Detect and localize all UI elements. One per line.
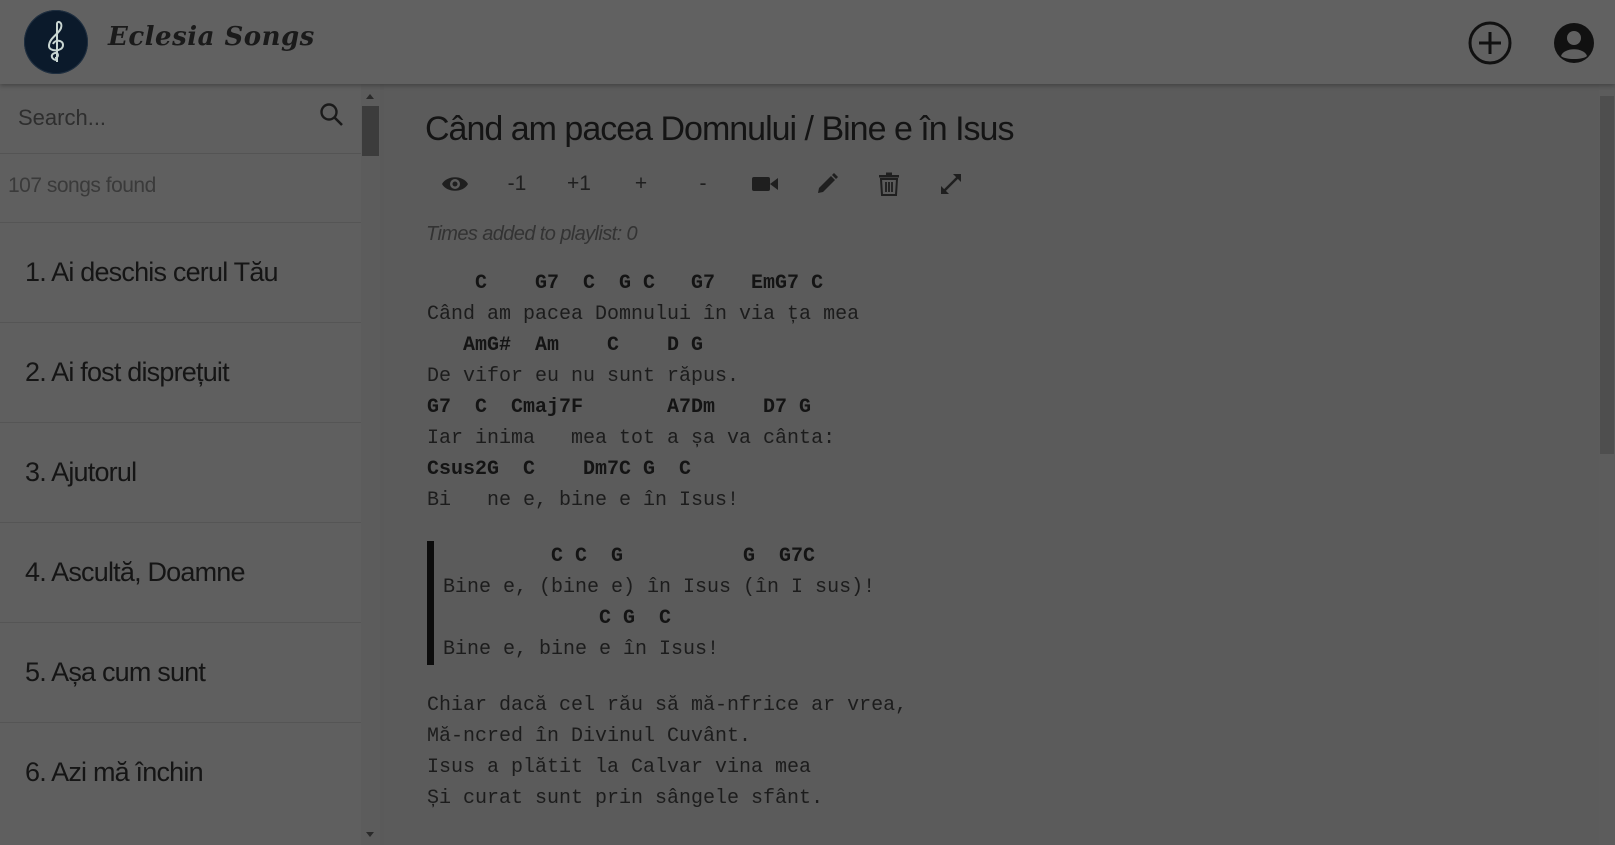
main-scroll-thumb[interactable]	[1600, 96, 1614, 454]
eye-icon	[442, 177, 468, 191]
song-list: 1. Ai deschis cerul Tău 2. Ai fost dispr…	[0, 222, 361, 822]
song-sidebar: 107 songs found 1. Ai deschis cerul Tău …	[0, 84, 361, 845]
scroll-up-arrow-icon[interactable]	[366, 94, 374, 99]
video-camera-icon	[752, 177, 778, 191]
app-brand[interactable]: Eclesia Songs	[108, 22, 315, 52]
treble-clef-icon[interactable]	[24, 10, 88, 74]
song-view: Când am pacea Domnului / Bine e în Isus …	[384, 84, 1599, 845]
transpose-up-button[interactable]: +1	[548, 164, 610, 204]
chorus-block: C C G G G7C Bine e, (bine e) în Isus (în…	[427, 541, 907, 665]
expand-icon	[941, 174, 961, 194]
toggle-chords-button[interactable]	[424, 164, 486, 204]
song-toolbar: -1 +1 + -	[424, 164, 982, 204]
song-list-item[interactable]: 4. Ascultă, Doamne	[0, 522, 361, 622]
verse-block: Chiar dacă cel rău să mă-nfrice ar vrea,…	[427, 690, 907, 814]
trash-icon	[879, 172, 899, 196]
chord-line: C G7 C G C G7 EmG7 C	[427, 272, 824, 295]
plus-circle-icon	[1468, 21, 1512, 65]
lyric-line: Bi ne e, bine e în Isus!	[427, 489, 740, 512]
songs-found-count: 107 songs found	[8, 174, 156, 197]
lyric-line: Bine e, bine e în Isus!	[443, 638, 720, 661]
font-increase-button[interactable]: +	[610, 164, 672, 204]
search-input[interactable]	[8, 96, 308, 140]
lyric-line: Iar inima mea tot a șa va cânta:	[427, 427, 836, 450]
chord-line: G7 C Cmaj7F A7Dm D7 G	[427, 396, 812, 419]
scroll-down-arrow-icon[interactable]	[366, 832, 374, 837]
song-title: Când am pacea Domnului / Bine e în Isus	[425, 110, 1014, 148]
lyric-line: Și curat sunt prin sângele sfânt.	[427, 787, 824, 810]
song-list-item[interactable]: 2. Ai fost disprețuit	[0, 322, 361, 422]
lyric-line: Când am pacea Domnului în via ța mea	[427, 303, 860, 326]
song-lyrics: C G7 C G C G7 EmG7 C Când am pacea Domnu…	[427, 268, 907, 839]
song-list-item[interactable]: 5. Așa cum sunt	[0, 622, 361, 722]
lyric-line: Isus a plătit la Calvar vina mea	[427, 756, 812, 779]
lyric-line: De vifor eu nu sunt răpus.	[427, 365, 740, 388]
lyric-line: Bine e, (bine e) în Isus (în I sus)!	[443, 576, 876, 599]
verse-block: C G7 C G C G7 EmG7 C Când am pacea Domnu…	[427, 268, 907, 516]
lyric-line: Mă-ncred în Divinul Cuvânt.	[427, 725, 752, 748]
main-scrollbar[interactable]	[1599, 84, 1615, 845]
delete-button[interactable]	[858, 164, 920, 204]
song-list-item[interactable]: 6. Azi mă închin	[0, 722, 361, 822]
app-header: Eclesia Songs	[0, 0, 1615, 84]
chord-line: C C G G G7C	[443, 545, 816, 568]
transpose-down-button[interactable]: -1	[486, 164, 548, 204]
pencil-icon	[818, 173, 838, 193]
user-account-button[interactable]	[1551, 20, 1597, 66]
song-list-item[interactable]: 3. Ajutorul	[0, 422, 361, 522]
playlist-count: Times added to playlist: 0	[426, 223, 638, 245]
chord-line: AmG# Am C D G	[427, 334, 704, 357]
chord-line: C G C	[443, 607, 672, 630]
chord-line: Csus2G C Dm7C G C	[427, 458, 692, 481]
search-icon[interactable]	[319, 102, 345, 133]
add-song-button[interactable]	[1467, 20, 1513, 66]
search-bar	[0, 84, 361, 154]
font-decrease-button[interactable]: -	[672, 164, 734, 204]
sidebar-scroll-thumb[interactable]	[362, 106, 379, 156]
lyric-line: Chiar dacă cel rău să mă-nfrice ar vrea,	[427, 694, 908, 717]
edit-button[interactable]	[796, 164, 858, 204]
sidebar-scrollbar[interactable]	[361, 84, 380, 845]
video-button[interactable]	[734, 164, 796, 204]
fullscreen-button[interactable]	[920, 164, 982, 204]
user-account-icon	[1554, 23, 1594, 63]
song-list-item[interactable]: 1. Ai deschis cerul Tău	[0, 222, 361, 322]
